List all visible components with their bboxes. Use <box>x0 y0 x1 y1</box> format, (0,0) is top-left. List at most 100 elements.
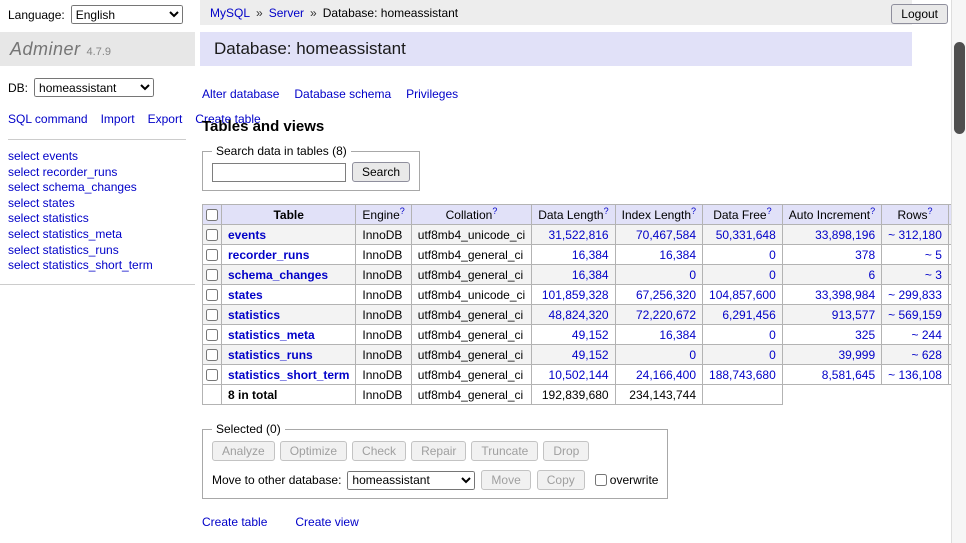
rows-count-link[interactable]: ~ 299,833 <box>888 288 942 302</box>
row-checkbox[interactable] <box>206 249 218 261</box>
column-label: Engine <box>362 208 399 222</box>
rows-count-link[interactable]: ~ 244 <box>912 328 942 342</box>
search-input[interactable] <box>212 163 346 182</box>
column-label: Collation <box>446 208 493 222</box>
action-database-schema-link[interactable]: Database schema <box>294 87 391 101</box>
rows-count-link[interactable]: ~ 569,159 <box>888 308 942 322</box>
breadcrumb-link-server[interactable]: Server <box>269 6 304 20</box>
collation-cell: utf8mb4_general_ci <box>411 305 531 325</box>
table-name-link[interactable]: states <box>228 288 263 302</box>
copy-button[interactable]: Copy <box>537 470 585 490</box>
table-name-link[interactable]: recorder_runs <box>228 248 309 262</box>
data-length-cell: 49,152 <box>532 345 615 365</box>
action-privileges-link[interactable]: Privileges <box>406 87 458 101</box>
rows-count-link[interactable]: ~ 5 <box>925 248 942 262</box>
row-checkbox[interactable] <box>206 269 218 281</box>
tables-header-row: TableEngine?Collation?Data Length?Index … <box>203 205 966 225</box>
table-name-cell: statistics_short_term <box>222 365 356 385</box>
language-row: Language: English <box>8 5 183 24</box>
logout-button[interactable]: Logout <box>891 4 948 24</box>
sidebar-select-states-link[interactable]: select states <box>8 196 187 212</box>
sidebar-select-recorder-runs-link[interactable]: select recorder_runs <box>8 165 187 181</box>
table-name-link[interactable]: statistics <box>228 308 280 322</box>
table-name-cell: recorder_runs <box>222 245 356 265</box>
table-name-link[interactable]: statistics_meta <box>228 328 315 342</box>
db-select[interactable]: homeassistant <box>34 78 154 97</box>
row-checkbox[interactable] <box>206 329 218 341</box>
db-selector-row: DB: homeassistant <box>0 66 195 97</box>
data-length-cell: 10,502,144 <box>532 365 615 385</box>
row-checkbox-cell <box>203 245 222 265</box>
db-label: DB: <box>8 81 28 95</box>
engine-cell: InnoDB <box>356 225 411 245</box>
data-length-cell: 16,384 <box>532 265 615 285</box>
language-select[interactable]: English <box>71 5 183 24</box>
sidebar-select-statistics-meta-link[interactable]: select statistics_meta <box>8 227 187 243</box>
table-name-link[interactable]: events <box>228 228 266 242</box>
engine-cell: InnoDB <box>356 345 411 365</box>
auto-increment-cell: 33,898,196 <box>782 225 881 245</box>
row-checkbox[interactable] <box>206 229 218 241</box>
rows-count-cell: ~ 244 <box>882 325 949 345</box>
breadcrumb-separator: » <box>310 6 317 20</box>
rows-count-link[interactable]: ~ 312,180 <box>888 228 942 242</box>
table-name-link[interactable]: statistics_short_term <box>228 368 349 382</box>
index-length-cell: 16,384 <box>615 325 702 345</box>
rows-count-link[interactable]: ~ 628 <box>912 348 942 362</box>
auto-increment-cell: 913,577 <box>782 305 881 325</box>
selected-fieldset: Selected (0) AnalyzeOptimizeCheckRepairT… <box>202 422 668 499</box>
sidebar-select-events-link[interactable]: select events <box>8 149 187 165</box>
search-button[interactable]: Search <box>352 162 410 182</box>
row-checkbox[interactable] <box>206 369 218 381</box>
engine-cell: InnoDB <box>356 325 411 345</box>
move-button[interactable]: Move <box>481 470 530 490</box>
row-checkbox-cell <box>203 325 222 345</box>
sidebar-link-export[interactable]: Export <box>148 112 183 126</box>
table-name-cell: states <box>222 285 356 305</box>
bulk-drop-button[interactable]: Drop <box>543 441 589 461</box>
breadcrumb-link-mysql[interactable]: MySQL <box>210 6 250 20</box>
collation-cell: utf8mb4_general_ci <box>411 345 531 365</box>
sidebar-select-statistics-runs-link[interactable]: select statistics_runs <box>8 243 187 259</box>
row-checkbox[interactable] <box>206 289 218 301</box>
create-table-link[interactable]: Create table <box>202 515 267 529</box>
move-label: Move to other database: <box>212 473 341 487</box>
select-all-checkbox[interactable] <box>206 209 218 221</box>
help-link[interactable]: ? <box>767 206 772 216</box>
row-checkbox[interactable] <box>206 349 218 361</box>
bulk-repair-button[interactable]: Repair <box>411 441 466 461</box>
help-link[interactable]: ? <box>870 206 875 216</box>
collation-cell: utf8mb4_general_ci <box>411 245 531 265</box>
sidebar-action-links: SQL commandImportExportCreate table <box>8 97 186 140</box>
total-data-length-cell: 192,839,680 <box>532 385 615 405</box>
move-db-select[interactable]: homeassistant <box>347 471 475 490</box>
vertical-scrollbar[interactable] <box>951 0 966 543</box>
sidebar-link-sql-command[interactable]: SQL command <box>8 112 88 126</box>
overwrite-checkbox[interactable] <box>595 474 607 486</box>
search-fieldset: Search data in tables (8) Search <box>202 144 420 191</box>
scrollbar-thumb[interactable] <box>954 42 965 134</box>
row-checkbox-cell <box>203 345 222 365</box>
selected-legend: Selected (0) <box>212 422 285 436</box>
bulk-analyze-button[interactable]: Analyze <box>212 441 275 461</box>
help-link[interactable]: ? <box>691 206 696 216</box>
bulk-truncate-button[interactable]: Truncate <box>471 441 538 461</box>
rows-count-link[interactable]: ~ 3 <box>925 268 942 282</box>
help-link[interactable]: ? <box>604 206 609 216</box>
sidebar-link-import[interactable]: Import <box>101 112 135 126</box>
create-view-link[interactable]: Create view <box>295 515 358 529</box>
table-name-link[interactable]: statistics_runs <box>228 348 313 362</box>
help-link[interactable]: ? <box>492 206 497 216</box>
sidebar-select-statistics-link[interactable]: select statistics <box>8 211 187 227</box>
row-checkbox[interactable] <box>206 309 218 321</box>
rows-count-link[interactable]: ~ 136,108 <box>888 368 942 382</box>
sidebar-select-statistics-short-term-link[interactable]: select statistics_short_term <box>8 258 187 274</box>
table-name-link[interactable]: schema_changes <box>228 268 328 282</box>
sidebar-select-schema-changes-link[interactable]: select schema_changes <box>8 180 187 196</box>
rows-count-cell: ~ 299,833 <box>882 285 949 305</box>
bulk-check-button[interactable]: Check <box>352 441 406 461</box>
help-link[interactable]: ? <box>400 206 405 216</box>
bulk-optimize-button[interactable]: Optimize <box>280 441 347 461</box>
help-link[interactable]: ? <box>928 206 933 216</box>
action-alter-database-link[interactable]: Alter database <box>202 87 279 101</box>
